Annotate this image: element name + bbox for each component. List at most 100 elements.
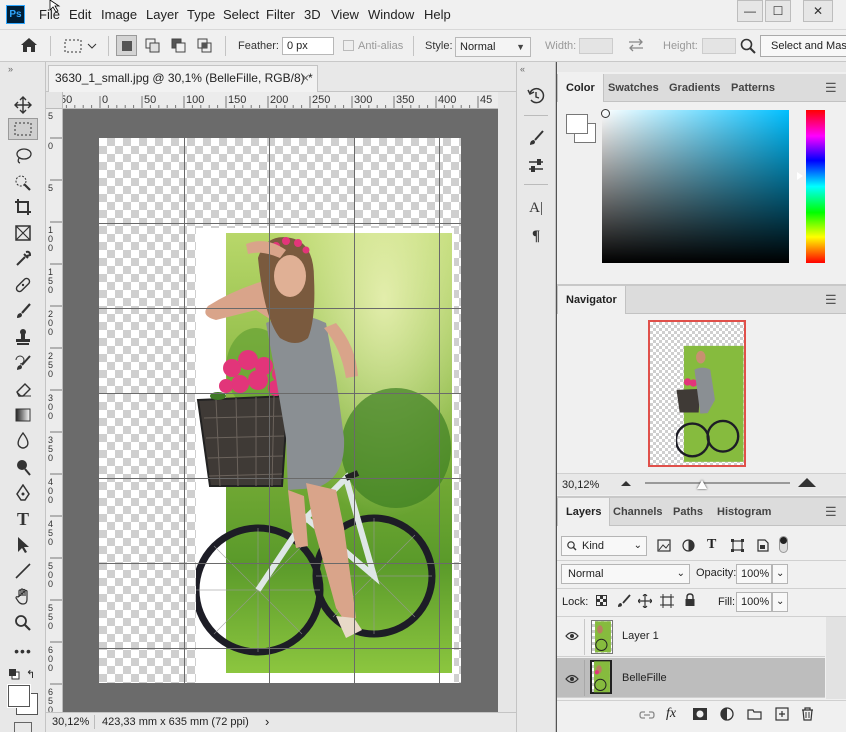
move-tool-icon[interactable]: [8, 94, 38, 116]
swap-colors-icon[interactable]: ↰: [26, 668, 35, 681]
layer-row[interactable]: Layer 1: [557, 617, 825, 657]
lock-transparency-icon[interactable]: [596, 595, 607, 606]
filter-toggle[interactable]: [779, 536, 788, 553]
menu-help[interactable]: Help: [424, 7, 451, 22]
crop-tool-icon[interactable]: [8, 196, 38, 218]
filter-type-icon[interactable]: T: [707, 537, 716, 553]
antialias-checkbox[interactable]: [343, 40, 354, 51]
navigator-zoom-value[interactable]: 30,12%: [562, 479, 599, 491]
hue-slider-handle[interactable]: [797, 172, 803, 180]
paragraph-panel-icon[interactable]: ¶: [522, 224, 550, 248]
panel-menu-icon[interactable]: ☰: [825, 504, 837, 520]
filter-pixel-icon[interactable]: [657, 539, 671, 555]
line-tool-icon[interactable]: [8, 560, 38, 582]
layer-filter-select[interactable]: Kind ⌄: [561, 536, 647, 556]
tab-channels[interactable]: Channels: [605, 498, 671, 526]
history-brush-tool-icon[interactable]: [8, 352, 38, 374]
pen-tool-icon[interactable]: [8, 482, 38, 504]
link-layers-icon[interactable]: [639, 709, 655, 724]
color-picker-handle[interactable]: [601, 109, 610, 118]
filter-shape-icon[interactable]: [731, 539, 744, 555]
type-tool-icon[interactable]: T: [8, 508, 38, 530]
filter-adjustment-icon[interactable]: [682, 539, 695, 555]
subtract-from-selection-icon[interactable]: [168, 35, 189, 56]
collapse-chevrons-icon[interactable]: «: [520, 64, 525, 74]
minimize-button[interactable]: —: [737, 0, 763, 22]
restore-button[interactable]: ☐: [765, 0, 791, 22]
foreground-color-chip[interactable]: [566, 114, 588, 134]
zoom-out-icon[interactable]: [621, 481, 631, 486]
zoom-in-icon[interactable]: [798, 478, 816, 487]
dodge-tool-icon[interactable]: [8, 456, 38, 478]
tab-patterns[interactable]: Patterns: [723, 74, 783, 102]
delete-layer-icon[interactable]: [801, 707, 814, 724]
home-icon[interactable]: [20, 37, 38, 56]
opacity-input[interactable]: 100%: [736, 564, 772, 584]
tab-color[interactable]: Color: [557, 74, 604, 102]
blend-mode-select[interactable]: Normal ⌄: [561, 564, 690, 584]
navigator-zoom-handle[interactable]: [697, 480, 707, 489]
eye-visibility-icon[interactable]: [565, 673, 579, 687]
menu-type[interactable]: Type: [187, 7, 215, 22]
menu-edit[interactable]: Edit: [69, 7, 91, 22]
opacity-dropdown[interactable]: ⌄: [772, 564, 788, 584]
close-tab-icon[interactable]: ×: [302, 66, 309, 90]
ruler-origin[interactable]: [46, 92, 63, 109]
blur-tool-icon[interactable]: [8, 430, 38, 452]
frame-tool-icon[interactable]: [8, 222, 38, 244]
swap-arrows-icon[interactable]: [627, 38, 645, 55]
navigator-preview[interactable]: [648, 320, 746, 467]
foreground-color-swatch[interactable]: [8, 685, 30, 707]
new-group-icon[interactable]: [747, 708, 762, 723]
brushes-panel-icon[interactable]: [522, 126, 550, 150]
new-selection-icon[interactable]: [116, 35, 137, 56]
character-panel-icon[interactable]: A|: [522, 196, 550, 220]
eyedropper-tool-icon[interactable]: [8, 248, 38, 270]
brush-tool-icon[interactable]: [8, 300, 38, 322]
menu-view[interactable]: View: [331, 7, 359, 22]
default-colors-icon[interactable]: [8, 668, 20, 683]
tab-gradients[interactable]: Gradients: [661, 74, 728, 102]
new-layer-icon[interactable]: [775, 707, 789, 724]
hand-tool-icon[interactable]: [8, 586, 38, 608]
filter-smart-object-icon[interactable]: [756, 539, 769, 555]
marquee-preset-icon[interactable]: [64, 38, 98, 57]
adjustment-layer-icon[interactable]: [720, 707, 734, 724]
menu-window[interactable]: Window: [368, 7, 414, 22]
healing-brush-tool-icon[interactable]: [8, 274, 38, 296]
style-select[interactable]: Normal ▼: [455, 37, 531, 57]
gradient-tool-icon[interactable]: [8, 404, 38, 426]
path-selection-tool-icon[interactable]: [8, 534, 38, 556]
close-window-button[interactable]: ✕: [803, 0, 833, 22]
rectangular-marquee-tool-icon[interactable]: [8, 118, 38, 140]
lock-pixels-icon[interactable]: [617, 594, 631, 611]
menu-image[interactable]: Image: [101, 7, 137, 22]
menu-select[interactable]: Select: [223, 7, 259, 22]
tab-layers[interactable]: Layers: [557, 498, 611, 526]
feather-input[interactable]: 0 px: [282, 37, 334, 55]
vertical-scrollbar[interactable]: [498, 92, 516, 712]
quick-selection-tool-icon[interactable]: [8, 171, 38, 193]
brush-settings-panel-icon[interactable]: [522, 154, 550, 178]
eye-visibility-icon[interactable]: [565, 630, 579, 644]
layer-row-selected[interactable]: BelleFille: [557, 658, 825, 698]
add-to-selection-icon[interactable]: [142, 35, 163, 56]
menu-filter[interactable]: Filter: [266, 7, 295, 22]
layer-name[interactable]: BelleFille: [622, 672, 667, 684]
more-tools-icon[interactable]: •••: [8, 640, 38, 662]
menu-layer[interactable]: Layer: [146, 7, 179, 22]
tab-paths[interactable]: Paths: [665, 498, 711, 526]
color-field[interactable]: [602, 110, 789, 263]
document-tab[interactable]: 3630_1_small.jpg @ 30,1% (BelleFille, RG…: [48, 65, 318, 92]
layer-name[interactable]: Layer 1: [622, 630, 659, 642]
lasso-tool-icon[interactable]: [8, 145, 38, 167]
navigator-zoom-slider[interactable]: [645, 482, 790, 484]
eraser-tool-icon[interactable]: [8, 378, 38, 400]
lock-position-icon[interactable]: [637, 593, 653, 611]
status-menu-arrow[interactable]: ›: [265, 713, 269, 731]
menu-3d[interactable]: 3D: [304, 7, 321, 22]
hue-slider[interactable]: [806, 110, 825, 263]
height-input[interactable]: [702, 38, 736, 54]
lock-artboard-icon[interactable]: [660, 594, 674, 611]
zoom-tool-icon[interactable]: [8, 612, 38, 634]
